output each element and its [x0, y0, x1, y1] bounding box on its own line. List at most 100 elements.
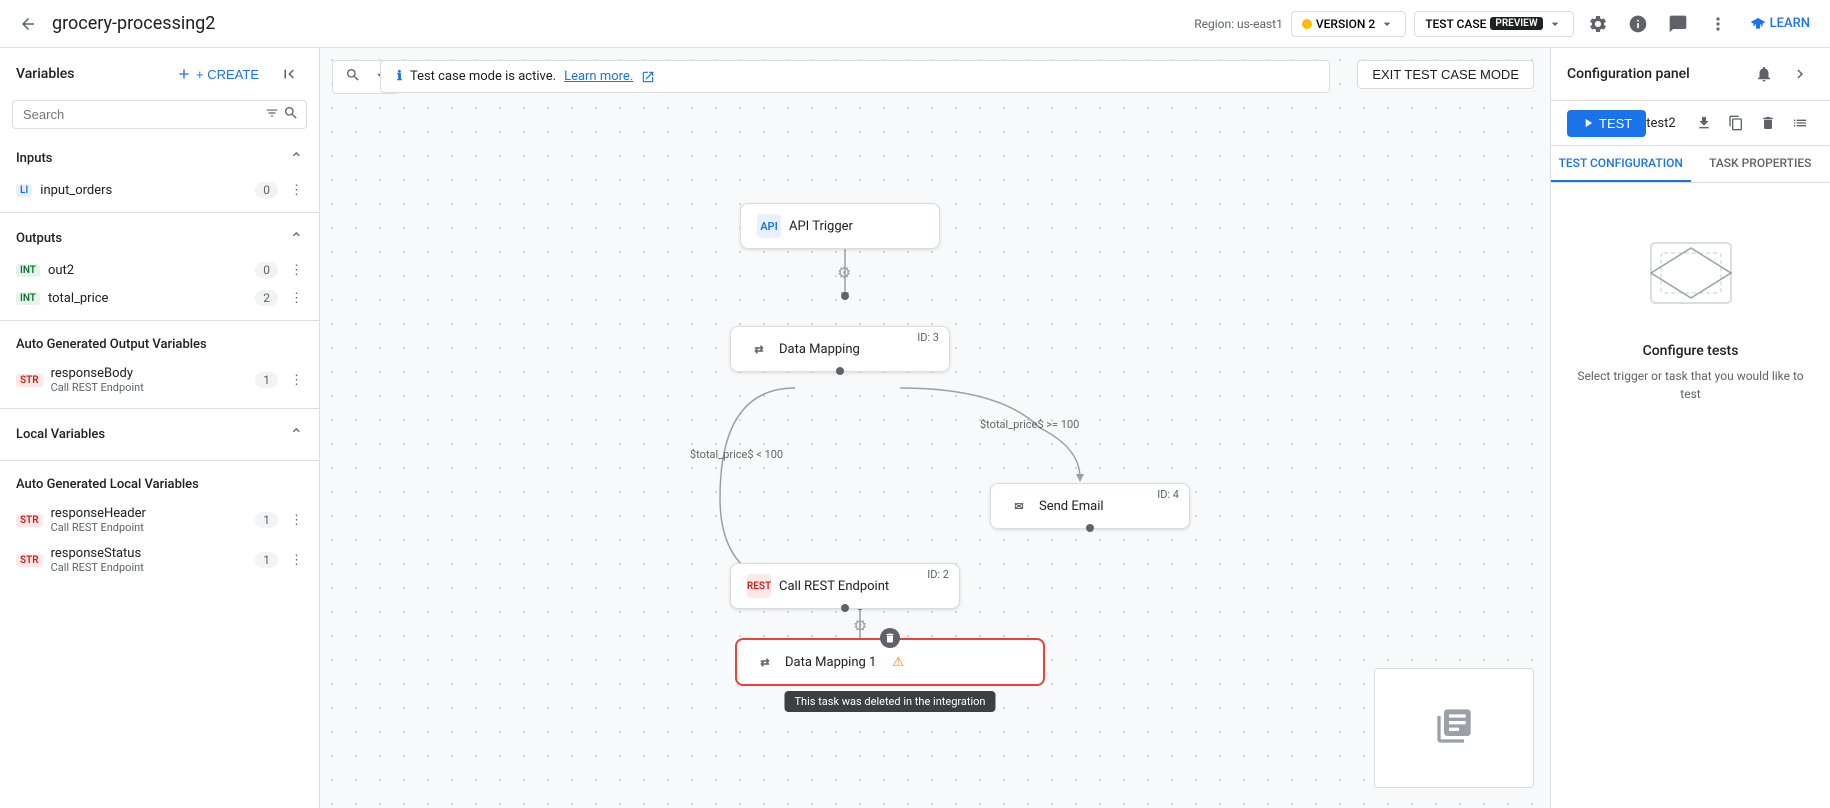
test-case-banner: ℹ Test case mode is active. Learn more.: [380, 60, 1330, 93]
delete-button[interactable]: [1754, 109, 1782, 137]
type-badge-int: INT: [16, 264, 40, 277]
var-name: responseBody: [51, 366, 248, 381]
learn-button[interactable]: LEARN: [1742, 12, 1818, 36]
var-more-icon[interactable]: ⋮: [290, 513, 303, 528]
learn-label: LEARN: [1770, 16, 1810, 31]
list-item: STR responseHeader Call REST Endpoint 1 …: [16, 500, 303, 540]
canvas-area[interactable]: ℹ Test case mode is active. Learn more. …: [320, 48, 1550, 808]
api-icon: API: [757, 214, 781, 238]
test2-label: test2: [1646, 116, 1675, 131]
auto-local-header: Auto Generated Local Variables: [16, 469, 303, 500]
inputs-header[interactable]: Inputs ⌃: [16, 141, 303, 176]
gear-icon-1: ⚙: [837, 263, 851, 282]
outputs-title: Outputs: [16, 231, 62, 246]
version-label: VERSION 2: [1316, 17, 1375, 31]
preview-chip: PREVIEW: [1490, 17, 1542, 30]
divider-2: [0, 320, 319, 321]
divider-4: [0, 460, 319, 461]
collapse-sidebar-button[interactable]: [275, 60, 303, 88]
search-input[interactable]: [12, 100, 307, 129]
list-button[interactable]: [1786, 109, 1814, 137]
region-label: Region: us-east1: [1194, 17, 1283, 31]
exit-test-case-button[interactable]: EXIT TEST CASE MODE: [1357, 60, 1534, 89]
test-button[interactable]: TEST: [1567, 110, 1646, 137]
var-name: out2: [48, 263, 247, 278]
var-source: Call REST Endpoint: [51, 561, 248, 574]
send-email-node[interactable]: ID: 4 ✉ Send Email: [990, 483, 1190, 529]
banner-text: Test case mode is active.: [410, 69, 556, 84]
list-item: LI input_orders 0 ⋮: [16, 176, 303, 204]
sidebar: Variables + CREATE Inpu: [0, 48, 320, 808]
rest-icon: REST: [747, 574, 771, 598]
var-count: 1: [255, 512, 278, 528]
send-email-id: ID: 4: [1157, 488, 1179, 501]
var-name: responseHeader: [51, 506, 248, 521]
outputs-section: Outputs ⌃ INT out2 0 ⋮ INT total_price 2…: [0, 221, 319, 312]
gear-icon-2: ⚙: [853, 616, 867, 635]
right-panel-header: Configuration panel: [1551, 48, 1830, 101]
sidebar-header: Variables + CREATE: [0, 48, 319, 100]
list-item: INT total_price 2 ⋮: [16, 284, 303, 312]
type-badge-str: STR: [16, 374, 43, 387]
type-badge-int: INT: [16, 292, 40, 305]
search-bar: [12, 100, 307, 129]
filter-icon[interactable]: [265, 106, 279, 124]
auto-local-section: Auto Generated Local Variables STR respo…: [0, 469, 319, 580]
type-badge-li: LI: [16, 184, 32, 197]
version-badge[interactable]: VERSION 2: [1291, 11, 1406, 37]
var-more-icon[interactable]: ⋮: [290, 263, 303, 278]
var-more-icon[interactable]: ⋮: [290, 373, 303, 388]
right-panel: Configuration panel TEST test2: [1550, 48, 1830, 808]
auto-local-title: Auto Generated Local Variables: [16, 477, 199, 492]
outputs-header[interactable]: Outputs ⌃: [16, 221, 303, 256]
bell-button[interactable]: [1750, 60, 1778, 88]
inputs-collapse-icon: ⌃: [290, 149, 303, 168]
inputs-title: Inputs: [16, 151, 52, 166]
local-header[interactable]: Local Variables ⌃: [16, 417, 303, 452]
app-title: grocery-processing2: [52, 13, 1186, 34]
configure-title: Configure tests: [1643, 343, 1739, 359]
var-more-icon[interactable]: ⋮: [290, 183, 303, 198]
auto-output-title: Auto Generated Output Variables: [16, 337, 207, 352]
close-panel-button[interactable]: [1786, 60, 1814, 88]
chat-button[interactable]: [1662, 8, 1694, 40]
mini-canvas-icon: [1434, 706, 1474, 750]
call-rest-label: Call REST Endpoint: [779, 579, 889, 594]
auto-output-section: Auto Generated Output Variables STR resp…: [0, 329, 319, 400]
api-trigger-node[interactable]: API API Trigger: [740, 203, 940, 249]
data-mapping-1-node[interactable]: ⇄ Data Mapping 1 ⚠ This task was deleted…: [735, 638, 1045, 686]
var-count: 1: [255, 372, 278, 388]
var-source: Call REST Endpoint: [51, 521, 248, 534]
var-more-icon[interactable]: ⋮: [290, 291, 303, 306]
mini-canvas: [1374, 668, 1534, 788]
back-button[interactable]: [12, 8, 44, 40]
zoom-in-button[interactable]: [341, 65, 365, 89]
local-collapse-icon: ⌃: [290, 425, 303, 444]
download-button[interactable]: [1690, 109, 1718, 137]
var-count: 0: [255, 262, 278, 278]
call-rest-node[interactable]: ID: 2 REST Call REST Endpoint: [730, 563, 960, 609]
right-panel-content: Configure tests Select trigger or task t…: [1551, 183, 1830, 808]
send-email-label: Send Email: [1039, 499, 1104, 514]
type-badge-str: STR: [16, 554, 43, 567]
data-mapping-node[interactable]: ID: 3 ⇄ Data Mapping: [730, 326, 950, 372]
config-panel-title: Configuration panel: [1567, 66, 1690, 82]
var-more-icon[interactable]: ⋮: [290, 553, 303, 568]
more-button[interactable]: [1702, 8, 1734, 40]
test-case-badge[interactable]: TEST CASE PREVIEW: [1414, 11, 1573, 37]
tab-task-properties[interactable]: TASK PROPERTIES: [1691, 146, 1830, 182]
version-dot: [1302, 19, 1312, 29]
delete-chip[interactable]: [880, 628, 900, 648]
email-icon: ✉: [1007, 494, 1031, 518]
tab-test-configuration[interactable]: TEST CONFIGURATION: [1551, 146, 1691, 182]
info-button[interactable]: [1622, 8, 1654, 40]
configure-desc: Select trigger or task that you would li…: [1571, 367, 1810, 403]
settings-button[interactable]: [1582, 8, 1614, 40]
divider-3: [0, 408, 319, 409]
sidebar-title: Variables: [16, 66, 74, 82]
create-button[interactable]: + CREATE: [168, 62, 267, 86]
var-count: 2: [255, 290, 278, 306]
learn-more-link[interactable]: Learn more.: [564, 69, 633, 84]
copy-button[interactable]: [1722, 109, 1750, 137]
dm1-icon: ⇄: [753, 650, 777, 674]
